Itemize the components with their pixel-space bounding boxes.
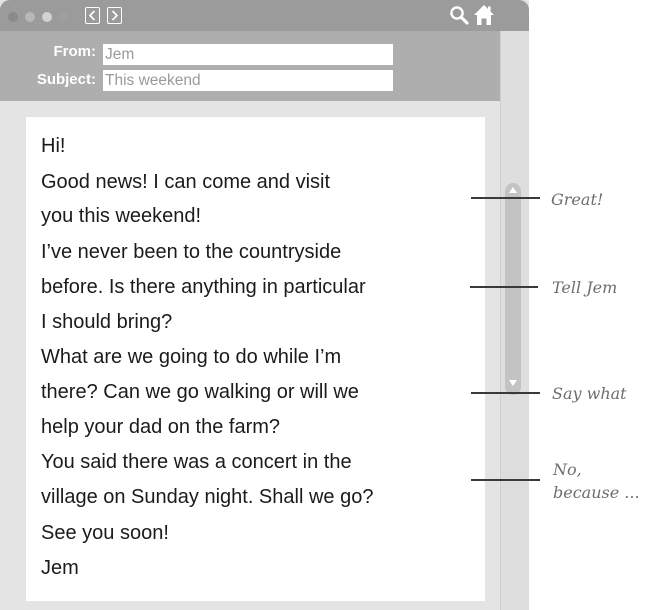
body-line: village on Sunday night. Shall we go? bbox=[41, 486, 374, 508]
from-field[interactable]: Jem bbox=[103, 44, 393, 65]
window-minimize-button[interactable] bbox=[25, 12, 35, 22]
body-line: Jem bbox=[41, 557, 79, 579]
annotation-pointer-great bbox=[471, 197, 540, 199]
subject-label: Subject: bbox=[36, 71, 96, 88]
annotation-tell-jem: Tell Jem bbox=[552, 278, 618, 297]
email-window: From: Jem Subject: This weekend Hi! Good… bbox=[0, 0, 529, 610]
body-line: you this weekend! bbox=[41, 205, 202, 227]
annotation-pointer-say-what bbox=[471, 392, 540, 394]
window-close-button[interactable] bbox=[8, 12, 18, 22]
annotation-no: No, bbox=[553, 460, 582, 479]
subject-field[interactable]: This weekend bbox=[103, 70, 393, 91]
chevron-left-icon bbox=[88, 10, 96, 21]
annotation-great: Great! bbox=[551, 190, 604, 209]
scrollbar-thumb[interactable] bbox=[505, 183, 521, 395]
body-line: before. Is there anything in particular bbox=[41, 276, 366, 298]
annotation-say-what: Say what bbox=[552, 384, 627, 403]
body-line: there? Can we go walking or will we bbox=[41, 381, 359, 403]
window-extra-dot bbox=[58, 12, 68, 22]
scroll-up-arrow-icon[interactable] bbox=[509, 187, 517, 193]
body-line: See you soon! bbox=[41, 522, 169, 544]
home-icon[interactable] bbox=[473, 4, 495, 26]
body-line: help your dad on the farm? bbox=[41, 416, 281, 438]
title-bar bbox=[0, 0, 529, 31]
annotation-pointer-no-because bbox=[471, 479, 540, 481]
window-maximize-button[interactable] bbox=[42, 12, 52, 22]
scroll-down-arrow-icon[interactable] bbox=[509, 380, 517, 386]
body-line: Hi! bbox=[41, 135, 66, 157]
chevron-right-icon bbox=[111, 10, 119, 21]
search-icon[interactable] bbox=[449, 5, 469, 25]
forward-button[interactable] bbox=[107, 7, 122, 24]
annotation-because: because ... bbox=[553, 483, 640, 502]
body-line: Good news! I can come and visit bbox=[41, 171, 331, 193]
body-line: What are we going to do while I’m bbox=[41, 346, 342, 368]
email-header: From: Jem Subject: This weekend bbox=[0, 31, 529, 101]
back-button[interactable] bbox=[85, 7, 100, 24]
body-line: I’ve never been to the countryside bbox=[41, 241, 342, 263]
body-line: I should bring? bbox=[41, 311, 173, 333]
from-label: From: bbox=[53, 43, 97, 60]
body-line: You said there was a concert in the bbox=[41, 451, 352, 473]
annotation-pointer-tell-jem bbox=[470, 286, 538, 288]
